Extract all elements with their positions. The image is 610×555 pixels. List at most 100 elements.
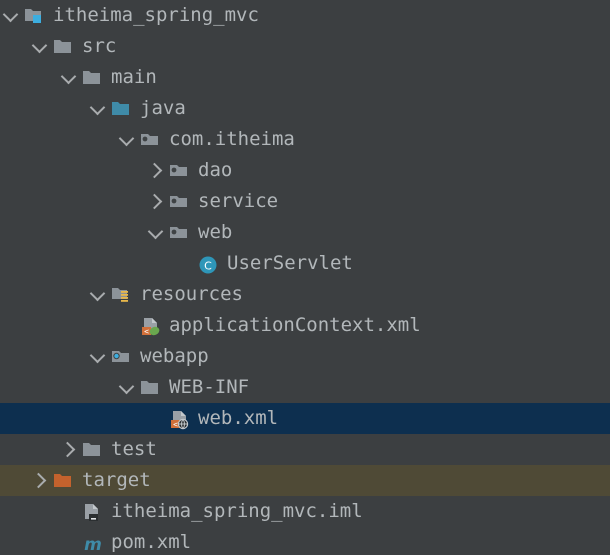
indent-spacer bbox=[87, 155, 116, 186]
tree-row[interactable]: dao bbox=[0, 155, 610, 186]
tree-row[interactable]: java bbox=[0, 93, 610, 124]
indent-spacer bbox=[29, 248, 58, 279]
chevron-down-icon[interactable] bbox=[145, 217, 167, 248]
indent-spacer bbox=[0, 310, 29, 341]
svg-text:<: < bbox=[173, 420, 178, 429]
tree-row[interactable]: com.itheima bbox=[0, 124, 610, 155]
package-icon bbox=[167, 217, 193, 248]
indent-spacer bbox=[29, 155, 58, 186]
tree-row[interactable]: test bbox=[0, 434, 610, 465]
tree-node-label: web.xml bbox=[198, 407, 279, 429]
tree-node-label: target bbox=[82, 469, 151, 491]
tree-row[interactable]: < web.xml bbox=[0, 403, 610, 434]
indent-spacer bbox=[29, 496, 58, 527]
indent-spacer bbox=[145, 248, 174, 279]
tree-row[interactable]: m pom.xml bbox=[0, 527, 610, 555]
folder-icon bbox=[80, 62, 106, 93]
indent-spacer bbox=[29, 341, 58, 372]
tree-node-label: WEB-INF bbox=[169, 376, 250, 398]
indent-spacer bbox=[0, 527, 29, 555]
web-xml-file-icon: < bbox=[167, 403, 193, 434]
tree-node-label: itheima_spring_mvc.iml bbox=[111, 500, 363, 522]
tree-row[interactable]: WEB-INF bbox=[0, 372, 610, 403]
tree-row[interactable]: < applicationContext.xml bbox=[0, 310, 610, 341]
tree-node-label: resources bbox=[140, 283, 243, 305]
chevron-down-icon[interactable] bbox=[0, 0, 22, 31]
tree-node-label: com.itheima bbox=[169, 128, 295, 150]
indent-spacer bbox=[0, 465, 29, 496]
web-root-folder-icon bbox=[109, 341, 135, 372]
chevron-down-icon[interactable] bbox=[87, 279, 109, 310]
indent-spacer bbox=[58, 217, 87, 248]
expander-placeholder bbox=[116, 310, 138, 341]
expander-placeholder bbox=[58, 527, 80, 555]
indent-spacer bbox=[29, 310, 58, 341]
project-tree[interactable]: itheima_spring_mvc src main java com.ith… bbox=[0, 0, 610, 555]
tree-node-label: java bbox=[140, 97, 186, 119]
indent-spacer bbox=[29, 217, 58, 248]
tree-node-label: test bbox=[111, 438, 157, 460]
indent-spacer bbox=[58, 341, 87, 372]
excluded-folder-icon bbox=[51, 465, 77, 496]
indent-spacer bbox=[58, 310, 87, 341]
maven-pom-icon: m bbox=[80, 527, 106, 555]
tree-row[interactable]: main bbox=[0, 62, 610, 93]
indent-spacer bbox=[58, 248, 87, 279]
chevron-down-icon[interactable] bbox=[116, 124, 138, 155]
indent-spacer bbox=[0, 248, 29, 279]
folder-icon bbox=[138, 372, 164, 403]
tree-node-label: UserServlet bbox=[227, 252, 353, 274]
tree-row[interactable]: web bbox=[0, 217, 610, 248]
indent-spacer bbox=[0, 155, 29, 186]
tree-node-label: dao bbox=[198, 159, 233, 181]
spring-xml-file-icon: < bbox=[138, 310, 164, 341]
tree-row[interactable]: itheima_spring_mvc bbox=[0, 0, 610, 31]
chevron-down-icon[interactable] bbox=[29, 31, 51, 62]
indent-spacer bbox=[0, 31, 29, 62]
tree-row[interactable]: target bbox=[0, 465, 610, 496]
iml-file-icon bbox=[80, 496, 106, 527]
indent-spacer bbox=[87, 248, 116, 279]
indent-spacer bbox=[0, 434, 29, 465]
indent-spacer bbox=[29, 186, 58, 217]
tree-row[interactable]: C UserServlet bbox=[0, 248, 610, 279]
tree-node-label: web bbox=[198, 221, 233, 243]
indent-spacer bbox=[0, 341, 29, 372]
tree-row[interactable]: service bbox=[0, 186, 610, 217]
tree-row[interactable]: src bbox=[0, 31, 610, 62]
package-icon bbox=[167, 155, 193, 186]
tree-row[interactable]: itheima_spring_mvc.iml bbox=[0, 496, 610, 527]
indent-spacer bbox=[58, 186, 87, 217]
chevron-right-icon[interactable] bbox=[29, 465, 51, 496]
indent-spacer bbox=[116, 155, 145, 186]
chevron-right-icon[interactable] bbox=[58, 434, 80, 465]
expander-placeholder bbox=[58, 496, 80, 527]
indent-spacer bbox=[29, 279, 58, 310]
chevron-down-icon[interactable] bbox=[87, 341, 109, 372]
expander-placeholder bbox=[145, 403, 167, 434]
indent-spacer bbox=[0, 186, 29, 217]
indent-spacer bbox=[0, 372, 29, 403]
indent-spacer bbox=[0, 124, 29, 155]
indent-spacer bbox=[116, 186, 145, 217]
tree-node-label: itheima_spring_mvc bbox=[53, 4, 259, 26]
chevron-down-icon[interactable] bbox=[58, 62, 80, 93]
tree-node-label: main bbox=[111, 66, 157, 88]
chevron-down-icon[interactable] bbox=[87, 93, 109, 124]
indent-spacer bbox=[116, 403, 145, 434]
tree-row[interactable]: resources bbox=[0, 279, 610, 310]
expander-placeholder bbox=[174, 248, 196, 279]
indent-spacer bbox=[116, 217, 145, 248]
indent-spacer bbox=[29, 527, 58, 555]
chevron-down-icon[interactable] bbox=[116, 372, 138, 403]
tree-row[interactable]: webapp bbox=[0, 341, 610, 372]
chevron-right-icon[interactable] bbox=[145, 155, 167, 186]
indent-spacer bbox=[87, 124, 116, 155]
chevron-right-icon[interactable] bbox=[145, 186, 167, 217]
svg-text:m: m bbox=[84, 535, 102, 554]
resources-folder-icon bbox=[109, 279, 135, 310]
java-class-icon: C bbox=[196, 248, 222, 279]
svg-text:<: < bbox=[144, 327, 149, 336]
indent-spacer bbox=[87, 217, 116, 248]
source-root-folder-icon bbox=[109, 93, 135, 124]
